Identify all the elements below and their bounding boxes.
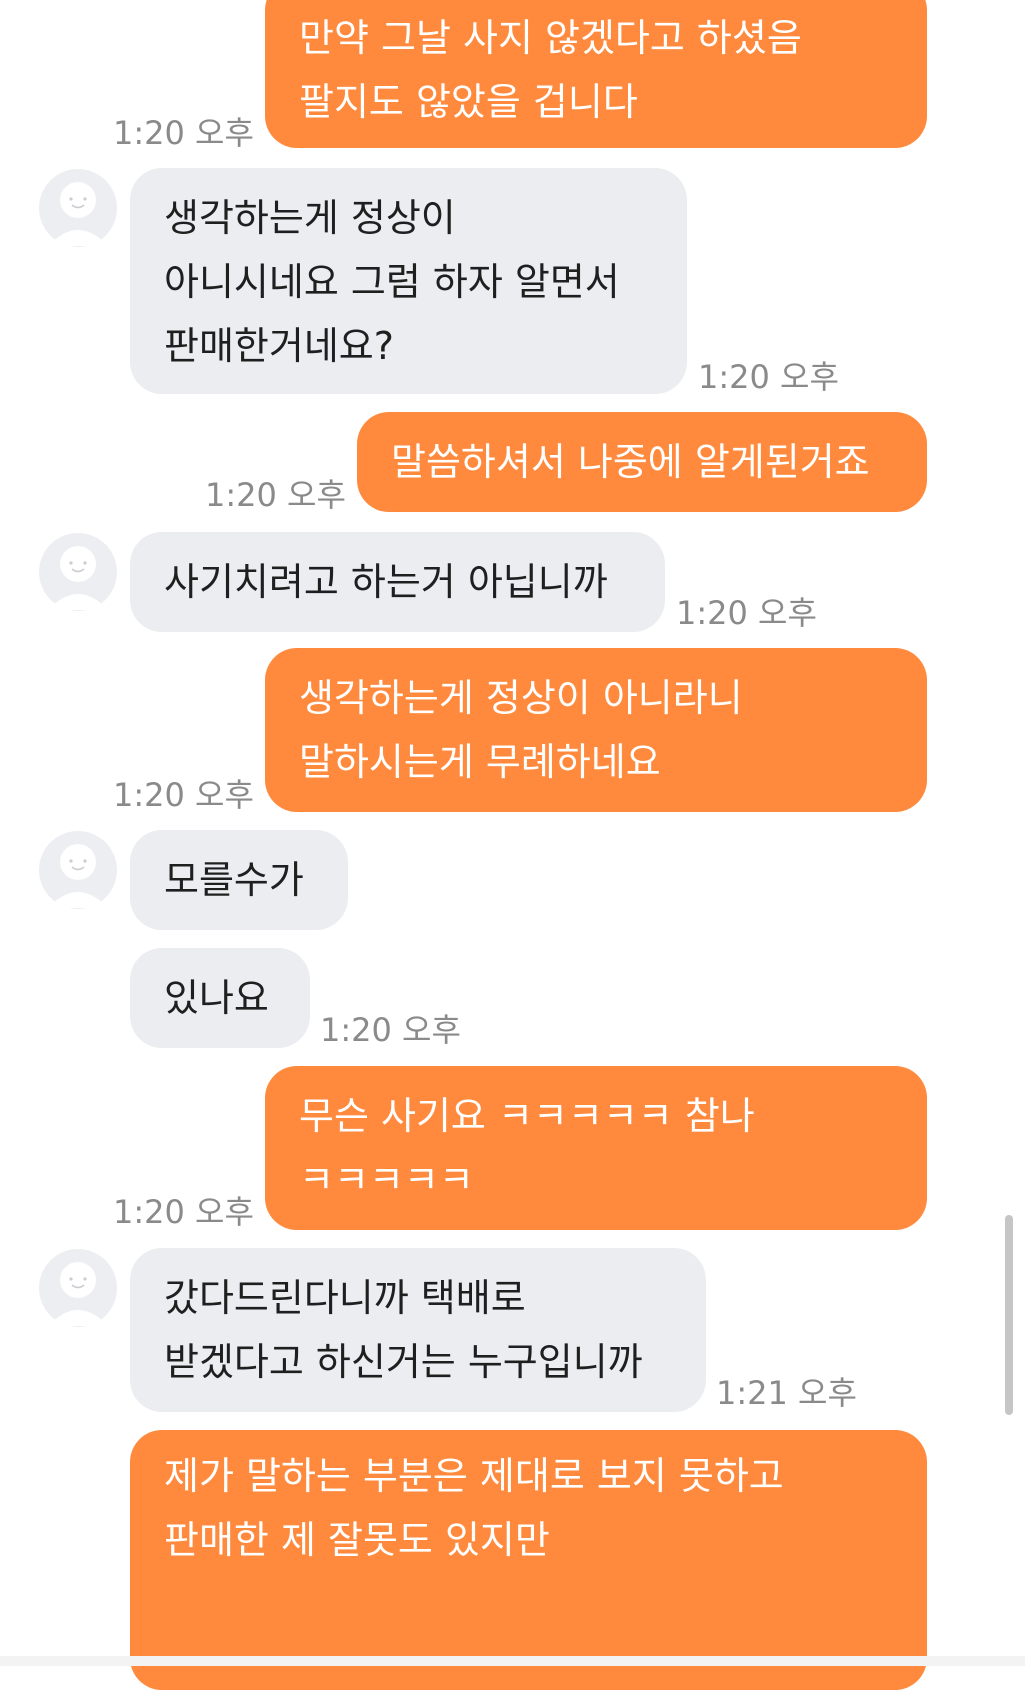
message-timestamp: 1:20 오후 bbox=[676, 594, 817, 632]
avatar[interactable] bbox=[38, 168, 118, 248]
message-timestamp: 1:20 오후 bbox=[205, 476, 346, 514]
avatar[interactable] bbox=[38, 1248, 118, 1328]
default-avatar-icon bbox=[39, 831, 117, 909]
bottom-edge bbox=[0, 1656, 1025, 1666]
default-avatar-icon bbox=[39, 533, 117, 611]
message-timestamp: 1:20 오후 bbox=[113, 114, 254, 152]
sent-message-bubble[interactable]: 생각하는게 정상이 아니라니 말하시는게 무례하네요 bbox=[265, 648, 927, 812]
default-avatar-icon bbox=[39, 1249, 117, 1327]
scrollbar[interactable] bbox=[1005, 1215, 1013, 1415]
avatar[interactable] bbox=[38, 532, 118, 612]
received-message-bubble[interactable]: 있나요 bbox=[130, 948, 310, 1048]
message-timestamp: 1:20 오후 bbox=[113, 776, 254, 814]
received-message-bubble[interactable]: 사기치려고 하는거 아닙니까 bbox=[130, 532, 665, 632]
chat-message-list: 만약 그날 사지 않겠다고 하셨음 팔지도 않았을 겁니다 1:20 오후 생각… bbox=[0, 0, 1025, 1690]
sent-message-bubble[interactable]: 말씀하셔서 나중에 알게된거죠 bbox=[357, 412, 927, 512]
sent-message-bubble[interactable]: 만약 그날 사지 않겠다고 하셨음 팔지도 않았을 겁니다 bbox=[265, 0, 927, 148]
sent-message-bubble[interactable]: 무슨 사기요 ㅋㅋㅋㅋㅋ 참나 ㅋㅋㅋㅋㅋ bbox=[265, 1066, 927, 1230]
message-timestamp: 1:20 오후 bbox=[320, 1011, 461, 1049]
sent-message-bubble[interactable]: 제가 말하는 부분은 제대로 보지 못하고 판매한 제 잘못도 있지만 bbox=[130, 1430, 927, 1690]
received-message-bubble[interactable]: 모를수가 bbox=[130, 830, 348, 930]
avatar[interactable] bbox=[38, 830, 118, 910]
message-timestamp: 1:20 오후 bbox=[113, 1193, 254, 1231]
default-avatar-icon bbox=[39, 169, 117, 247]
message-timestamp: 1:21 오후 bbox=[716, 1374, 857, 1412]
message-timestamp: 1:20 오후 bbox=[698, 358, 839, 396]
received-message-bubble[interactable]: 생각하는게 정상이 아니시네요 그럼 하자 알면서 판매한거네요? bbox=[130, 168, 687, 394]
received-message-bubble[interactable]: 갔다드린다니까 택배로 받겠다고 하신거는 누구입니까 bbox=[130, 1248, 706, 1412]
